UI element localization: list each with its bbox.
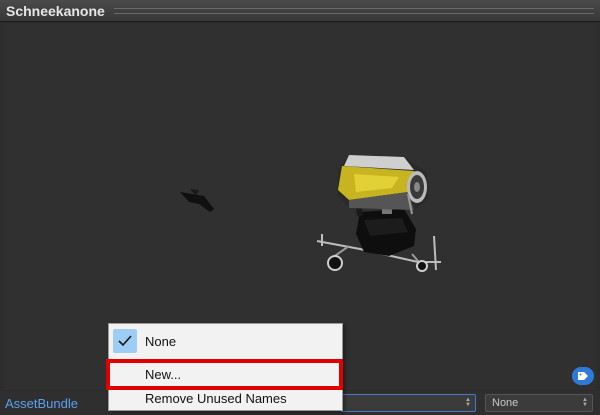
- model-fragment: [180, 192, 214, 212]
- window-title: Schneekanone: [6, 3, 105, 19]
- menu-item-none[interactable]: None: [110, 328, 341, 354]
- menu-item-label: Remove Unused Names: [145, 391, 287, 406]
- window-title-bar: Schneekanone: [0, 0, 600, 22]
- asset-bundle-name-select[interactable]: ▲ ▼: [340, 394, 476, 412]
- updown-arrows-icon: ▲ ▼: [465, 397, 471, 408]
- asset-bundle-variant-select[interactable]: None ▲ ▼: [485, 394, 593, 412]
- menu-item-label: None: [145, 334, 177, 349]
- checkmark-icon: [113, 329, 137, 353]
- menu-item-remove-unused-names[interactable]: Remove Unused Names: [110, 388, 341, 410]
- highlight-box: [106, 359, 343, 390]
- asset-label-tag-icon[interactable]: [572, 367, 594, 385]
- asset-bundle-variant-value: None: [492, 397, 519, 409]
- title-decoration: [114, 8, 594, 14]
- snow-cannon-model: [316, 155, 441, 272]
- asset-bundle-label: AssetBundle: [5, 396, 78, 411]
- updown-arrows-icon: ▲ ▼: [582, 397, 588, 408]
